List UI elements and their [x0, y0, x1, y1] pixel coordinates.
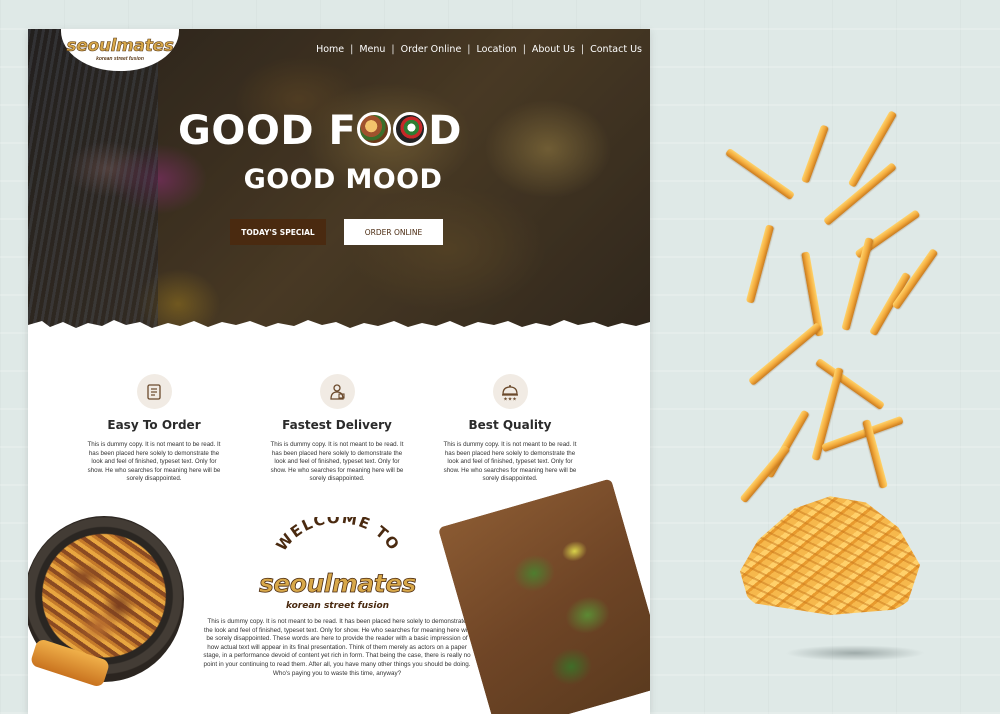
- order-icon: [136, 374, 172, 409]
- fry: [800, 124, 830, 184]
- food-bowl-icon: [393, 112, 428, 146]
- fry: [724, 147, 796, 201]
- feature-easy-to-order: Easy To Order This is dummy copy. It is …: [84, 374, 224, 484]
- nav-about-us[interactable]: About Us: [532, 44, 575, 55]
- nav-contact-us[interactable]: Contact Us: [590, 44, 642, 55]
- fry: [869, 271, 911, 337]
- feature-title: Easy To Order: [107, 418, 201, 432]
- tacos-board-image: [437, 478, 650, 714]
- quality-icon: ★★★: [492, 374, 528, 409]
- welcome-arc: WELCOME TO: [273, 509, 404, 555]
- feature-text: This is dummy copy. It is not meant to b…: [443, 441, 577, 483]
- torn-paper-edge: [28, 320, 650, 339]
- logo-tagline: korean street fusion: [96, 56, 144, 62]
- food-bowl-icon: [357, 112, 392, 146]
- website-mockup: seoulmates korean street fusion Home | M…: [28, 29, 650, 714]
- nav-order-online[interactable]: Order Online: [401, 44, 462, 55]
- fry: [847, 110, 898, 188]
- feature-text: This is dummy copy. It is not meant to b…: [270, 441, 404, 483]
- hero-section: seoulmates korean street fusion Home | M…: [28, 29, 650, 339]
- svg-text:WELCOME TO: WELCOME TO: [273, 517, 404, 554]
- welcome-logo: WELCOME TO seoulmates korean street fusi…: [250, 509, 425, 617]
- falling-fries-image: [690, 90, 960, 670]
- welcome-brand: seoulmates: [258, 569, 417, 599]
- nav-separator: |: [350, 44, 354, 55]
- hero-headline-part1: GOOD F: [178, 108, 357, 154]
- delivery-icon: [319, 374, 355, 409]
- feature-title: Fastest Delivery: [282, 418, 392, 432]
- feature-text: This is dummy copy. It is not meant to b…: [87, 441, 221, 483]
- welcome-arc-text: WELCOME TO: [273, 509, 403, 555]
- nav-menu[interactable]: Menu: [359, 44, 385, 55]
- fries-pile: [740, 496, 920, 615]
- fries-shadow: [785, 645, 925, 661]
- svg-text:★★★: ★★★: [503, 396, 517, 402]
- nav-separator: |: [580, 44, 585, 55]
- nav-separator: |: [391, 44, 395, 55]
- logo-brand: seoulmates: [66, 36, 174, 56]
- fry: [747, 322, 823, 386]
- about-text: This is dummy copy. It is not meant to b…: [203, 618, 471, 677]
- nav-location[interactable]: Location: [477, 44, 517, 55]
- feature-best-quality: ★★★ Best Quality This is dummy copy. It …: [440, 374, 580, 484]
- feature-title: Best Quality: [468, 418, 552, 432]
- nav-separator: |: [522, 44, 526, 55]
- main-nav: Home | Menu | Order Online | Location | …: [316, 44, 642, 55]
- fry: [739, 444, 791, 504]
- nav-separator: |: [467, 44, 471, 55]
- fry: [801, 251, 824, 337]
- nav-home[interactable]: Home: [316, 44, 344, 55]
- fry: [745, 224, 775, 304]
- hero-headline: GOOD F D: [178, 111, 498, 151]
- hero-subheadline: GOOD MOOD: [243, 164, 443, 195]
- welcome-tagline: korean street fusion: [285, 601, 390, 611]
- order-online-button[interactable]: ORDER ONLINE: [344, 219, 443, 245]
- todays-special-button[interactable]: TODAY'S SPECIAL: [230, 219, 326, 245]
- hero-headline-part2: D: [428, 108, 462, 154]
- feature-fastest-delivery: Fastest Delivery This is dummy copy. It …: [267, 374, 407, 484]
